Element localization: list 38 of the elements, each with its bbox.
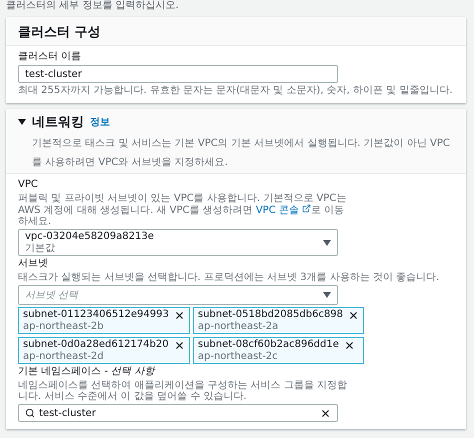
cluster-name-box[interactable]: test-cluster xyxy=(18,65,338,83)
subnet-zone: ap-northeast-2a xyxy=(198,321,280,332)
field-label: VPC xyxy=(18,179,39,191)
subnet-zone: ap-northeast-2b xyxy=(23,321,105,332)
field-description: 태스크가 실행되는 서브넷을 선택합니다. 프로덕션에는 서브넷 3개를 사용하는 것이 좋습니다. xyxy=(18,272,440,283)
dropdown-caret-icon xyxy=(323,292,331,298)
vpc-console-link[interactable]: VPC 콘솔 xyxy=(256,205,312,216)
dropdown-caret-icon xyxy=(323,240,331,246)
section-description: 기본적으로 태스크 및 서비스는 기본 VPC의 기본 서브넷에서 실행됩니다. 기본값이 아닌 VPC를 사용하려면 VPC와 서브넷을 지정하세요. xyxy=(32,138,450,168)
field-hint: 최대 255자까지 가능합니다. 유효한 문자는 문자(대문자 및 소문자), 숫자, 하이픈 및 밑줄입니다. xyxy=(18,85,454,96)
info-link[interactable]: 정보 xyxy=(90,115,110,129)
clear-icon[interactable] xyxy=(320,408,331,418)
select-value: vpc-03204e58209a8213e xyxy=(25,231,154,243)
section-title: 네트워킹 xyxy=(32,114,84,131)
remove-icon[interactable] xyxy=(174,310,185,321)
section-title: 클러스터 구성 xyxy=(18,25,101,40)
remove-icon[interactable] xyxy=(174,340,185,351)
field-description: 네임스페이스를 선택하여 애플리케이션을 구성하는 서비스 그룹을 지정합니다. 서비스 수준에서 이 값을 덮어쓸 수 있습니다. xyxy=(18,380,348,402)
field-label: 서브넷 xyxy=(18,258,49,270)
select-placeholder: 서브넷 선택 xyxy=(25,289,78,302)
search-icon xyxy=(25,408,35,418)
subnet-id: subnet-01123406512e94993 xyxy=(23,309,169,321)
subnet-id: subnet-0518bd2085db6c898 xyxy=(198,309,344,321)
field-label: 기본 네임스페이스 - 선택 사항 xyxy=(18,366,156,378)
intro-text: 클러스터의 세부 정보를 입력하십시오. xyxy=(6,0,180,11)
vpc-select[interactable]: vpc-03204e58209a8213e 기본값 xyxy=(18,229,338,256)
remove-icon[interactable] xyxy=(348,310,360,321)
field-description: 퍼블릭 및 프라이빗 서브넷이 있는 VPC를 사용합니다. 기본적으로 VPC는 AWS 계정에 대해 생성됩니다. 새 VPC를 생성하려면 VPC 콘솔 로 이동하세요. xyxy=(18,193,348,227)
select-sublabel: 기본값 xyxy=(25,243,56,254)
subnet-zone: ap-northeast-2c xyxy=(198,351,279,362)
subnet-zone: ap-northeast-2d xyxy=(23,351,105,362)
namespace-search-box[interactable]: test-cluster xyxy=(18,404,338,422)
external-link-icon xyxy=(302,204,312,213)
field-label: 클러스터 이름 xyxy=(18,51,82,63)
collapse-caret-icon[interactable] xyxy=(18,119,26,125)
subnet-id: subnet-0d0a28ed612174b20 xyxy=(23,339,169,351)
remove-icon[interactable] xyxy=(344,340,355,351)
subnet-id: subnet-08cf60b2ac896dd1e xyxy=(198,339,339,351)
